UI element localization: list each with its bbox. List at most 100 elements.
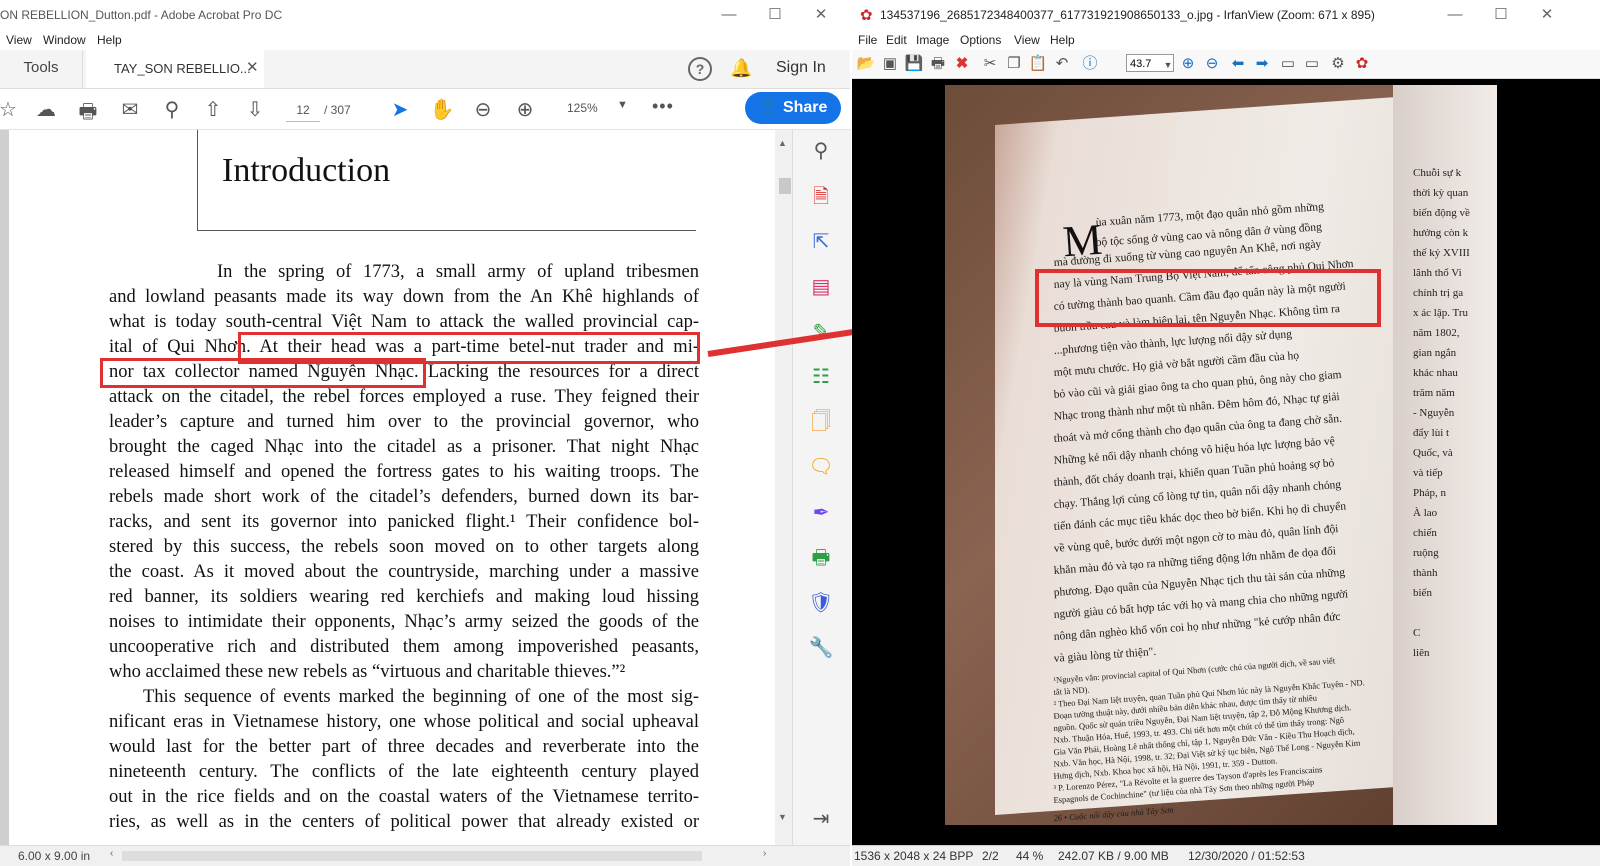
- text-line: uncooperative rich and distributed them …: [109, 637, 699, 657]
- help-icon[interactable]: ?: [688, 57, 712, 81]
- previous-page-icon[interactable]: ⇧: [199, 97, 227, 122]
- zoom-in-icon[interactable]: ⊕: [1178, 54, 1198, 74]
- irfanview-statusbar: 1536 x 2048 x 24 BPP 2/2 44 % 242.07 KB …: [852, 845, 1600, 866]
- minimize-button[interactable]: —: [706, 0, 752, 30]
- horizontal-scrollbar[interactable]: [122, 851, 702, 861]
- photo-right-text: Quốc, và: [1413, 447, 1453, 459]
- tab-tools[interactable]: Tools: [0, 50, 83, 88]
- maximize-button[interactable]: ☐: [1478, 0, 1524, 30]
- text-line: attack on the citadel, the rebel forces …: [109, 387, 699, 407]
- close-button[interactable]: ✕: [1524, 0, 1570, 30]
- text-line: racks, and sent its governor into panick…: [109, 512, 699, 532]
- text-line: the coast. As it moved about the country…: [109, 562, 699, 582]
- chevron-down-icon[interactable]: ▼: [1158, 55, 1178, 75]
- file-size: 242.07 KB / 9.00 MB: [1058, 849, 1169, 863]
- save-icon[interactable]: 💾: [904, 54, 924, 74]
- text-line: leader’s capture and turned him over to …: [109, 412, 699, 432]
- export-pdf-icon[interactable]: ⇱: [808, 229, 834, 255]
- menu-image[interactable]: Image: [916, 33, 949, 47]
- scroll-up-icon[interactable]: ▲: [778, 138, 787, 148]
- menu-edit[interactable]: Edit: [886, 33, 907, 47]
- zoom-level-select[interactable]: 125%: [567, 101, 598, 115]
- irfanview-window: ✿ 134537196_2685172348400377_61773192190…: [852, 0, 1600, 866]
- email-icon[interactable]: ✉: [116, 97, 144, 122]
- fill-sign-icon[interactable]: 🗍: [808, 409, 834, 435]
- photo-right-text: trăm năm: [1413, 387, 1455, 399]
- irfanview-exit-icon[interactable]: ✿: [1352, 54, 1372, 74]
- copy-icon[interactable]: ❐: [1004, 54, 1024, 74]
- close-tab-icon[interactable]: ✕: [246, 58, 259, 76]
- print-production-icon[interactable]: 🖶: [808, 545, 834, 571]
- info-icon[interactable]: ⓘ: [1080, 54, 1100, 74]
- more-options-icon[interactable]: •••: [652, 96, 674, 117]
- menu-file[interactable]: File: [858, 33, 877, 47]
- scroll-thumb[interactable]: [779, 178, 791, 194]
- scroll-right-icon[interactable]: ›: [763, 848, 766, 859]
- photo-right-text: chính trị ga: [1413, 287, 1464, 299]
- open-folder-icon[interactable]: 📂: [856, 54, 876, 74]
- menu-view[interactable]: View: [1014, 33, 1040, 47]
- menu-help[interactable]: Help: [1050, 33, 1075, 47]
- slideshow-icon[interactable]: ▣: [880, 54, 900, 74]
- menu-options[interactable]: Options: [960, 33, 1001, 47]
- share-button[interactable]: 👤 Share: [745, 92, 841, 124]
- first-image-icon[interactable]: ▭: [1278, 54, 1298, 74]
- photo-right-text: khác nhau: [1413, 367, 1458, 379]
- photo-right-text: đẩy lùi t: [1413, 427, 1450, 439]
- scroll-left-icon[interactable]: ‹: [110, 848, 113, 859]
- expand-panel-icon[interactable]: ⇥: [808, 806, 834, 832]
- cut-icon[interactable]: ✂: [980, 54, 1000, 74]
- next-page-icon[interactable]: ⇩: [241, 97, 269, 122]
- tab-document[interactable]: TAY_SON REBELLIO... ✕: [86, 50, 264, 88]
- photo-right-text: - Nguyễn: [1413, 407, 1455, 419]
- menu-window[interactable]: Window: [43, 33, 86, 47]
- sign-pen-icon[interactable]: ✒: [808, 500, 834, 526]
- maximize-button[interactable]: ☐: [752, 0, 798, 30]
- irfanview-logo-icon: ✿: [860, 7, 873, 24]
- menu-view[interactable]: View: [6, 33, 32, 47]
- next-image-icon[interactable]: ➡: [1252, 54, 1272, 74]
- chevron-down-icon[interactable]: ▼: [617, 99, 628, 111]
- pdf-document-view[interactable]: Introduction In the spring of 1773, a sm…: [9, 130, 775, 845]
- shield-icon[interactable]: 🛡: [808, 590, 834, 616]
- menu-help[interactable]: Help: [97, 33, 122, 47]
- zoom-in-icon[interactable]: ⊕: [511, 97, 539, 122]
- paste-icon[interactable]: 📋: [1028, 54, 1048, 74]
- select-cursor-icon[interactable]: ➤: [386, 97, 414, 122]
- page-total: / 307: [324, 103, 351, 117]
- page-number-input[interactable]: 12: [286, 99, 320, 122]
- zoom-out-icon[interactable]: ⊖: [469, 97, 497, 122]
- cloud-upload-icon[interactable]: ☁: [32, 97, 60, 122]
- text-line: red banner, its soldiers wearing red ker…: [109, 587, 699, 607]
- vertical-scrollbar[interactable]: ▲ ▼: [775, 130, 792, 845]
- text-line: who acclaimed these new rebels as “virtu…: [109, 662, 626, 682]
- undo-icon[interactable]: ↶: [1052, 54, 1072, 74]
- photo-right-text: hưởng còn k: [1413, 227, 1469, 239]
- sign-in-button[interactable]: Sign In: [776, 59, 826, 77]
- comment-icon[interactable]: 🗨: [808, 454, 834, 480]
- image-view[interactable]: M ùa xuân năm 1773, một đạo quân nhỏ gồm…: [852, 79, 1600, 845]
- text-line: noises to intimidate their opponents, Nh…: [109, 612, 699, 632]
- print-icon[interactable]: 🖶: [928, 54, 948, 74]
- notification-bell-icon[interactable]: 🔔: [730, 58, 752, 79]
- share-label: Share: [782, 99, 828, 116]
- previous-image-icon[interactable]: ⬅: [1228, 54, 1248, 74]
- wrench-icon[interactable]: 🔧: [808, 635, 834, 661]
- bookmark-star-icon[interactable]: ☆: [0, 97, 22, 122]
- close-button[interactable]: ✕: [798, 0, 844, 30]
- text-line: out in the rice fields and on the coasta…: [109, 787, 699, 807]
- minimize-button[interactable]: —: [1432, 0, 1478, 30]
- settings-tools-icon[interactable]: ⚙: [1328, 54, 1348, 74]
- search-zoom-icon[interactable]: ⚲: [158, 97, 186, 122]
- create-pdf-icon[interactable]: 🗎: [808, 184, 834, 210]
- scroll-down-icon[interactable]: ▼: [778, 812, 787, 822]
- photo-right-text: x ác lập. Tru: [1413, 307, 1468, 319]
- photo-right-text: gian ngắn: [1413, 347, 1457, 359]
- delete-icon[interactable]: ✖: [952, 54, 972, 74]
- hand-tool-icon[interactable]: ✋: [428, 97, 456, 122]
- print-icon[interactable]: 🖶: [74, 97, 102, 131]
- search-icon[interactable]: ⚲: [808, 138, 834, 164]
- last-image-icon[interactable]: ▭: [1302, 54, 1322, 74]
- zoom-out-icon[interactable]: ⊖: [1202, 54, 1222, 74]
- share-user-icon: 👤: [758, 99, 779, 116]
